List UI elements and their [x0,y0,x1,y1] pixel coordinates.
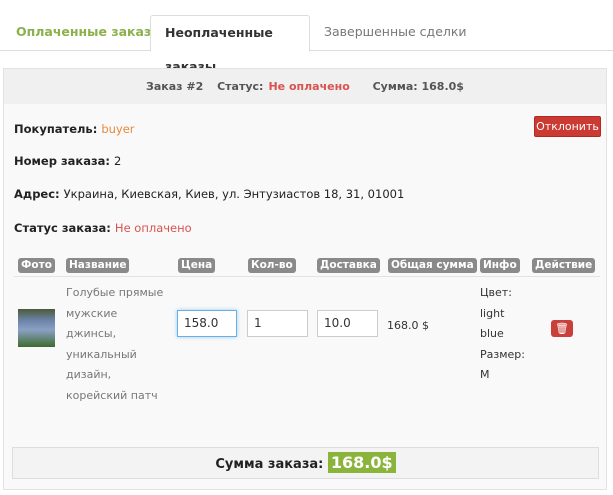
order-number-field: Номер заказа: 2 [14,154,121,168]
number-label: Номер заказа: [14,154,111,168]
col-photo: Фото [18,258,55,273]
info-size-label: Размер: [480,347,525,361]
reject-button[interactable]: Отклонить [534,116,601,137]
order-total-badge: 168.0$ [327,452,396,473]
order-panel: Заказ #2 Статус: Не оплачено Сумма: 168.0… [3,68,607,490]
col-action: Действие [532,258,596,273]
quantity-input[interactable]: 1 [247,310,308,337]
tab-completed-deals[interactable]: Завершенные сделки [310,15,481,51]
item-info: Цвет: light blue Размер: M [480,283,525,386]
col-name: Название [66,258,130,273]
buyer-label: Покупатель: [14,122,98,136]
item-total: 168.0 $ [387,319,429,332]
col-info: Инфо [480,258,520,273]
divider [14,276,600,277]
order-status-field: Статус заказа: Не оплачено [14,221,192,235]
info-color-value: light [480,306,505,320]
address-value: Украина, Киевская, Киев, ул. Энтузиастов… [63,187,405,201]
delivery-input[interactable]: 10.0 [317,310,378,337]
address-field: Адрес: Украина, Киевская, Киев, ул. Энту… [14,187,404,201]
product-photo[interactable] [18,309,55,347]
buyer-field: Покупатель: buyer [14,122,135,136]
order-status-label: Статус: [217,80,264,93]
delete-button[interactable]: 🗑 [551,320,573,337]
info-size-value: M [480,368,490,381]
address-label: Адрес: [14,187,60,201]
info-color-label: Цвет: [480,286,512,299]
buyer-value[interactable]: buyer [101,122,134,136]
trash-icon: 🗑 [555,322,569,335]
tabs: Оплаченные заказы Неоплаченные заказы За… [0,0,613,74]
order-sum: Сумма: 168.0$ [372,80,464,93]
order-total-bar: Сумма заказа: 168.0$ [12,447,599,479]
info-color-value-2: blue [480,327,504,340]
col-price: Цена [178,258,216,273]
product-name: Голубые прямые мужские джинсы, уникальны… [66,286,164,402]
status-label: Статус заказа: [14,221,111,235]
order-header: Заказ #2 Статус: Не оплачено Сумма: 168.0… [4,69,606,104]
col-qty: Кол-во [248,258,296,273]
order-status: Не оплачено [268,80,350,93]
tab-unpaid-orders[interactable]: Неоплаченные заказы [150,15,310,74]
order-total-label: Сумма заказа: [215,457,324,472]
status-value: Не оплачено [114,221,192,235]
order-number: Заказ #2 [146,80,204,93]
col-total: Общая сумма [388,258,477,273]
col-delivery: Доставка [317,258,380,273]
price-input[interactable]: 158.0 [177,310,237,337]
number-value: 2 [114,154,122,168]
